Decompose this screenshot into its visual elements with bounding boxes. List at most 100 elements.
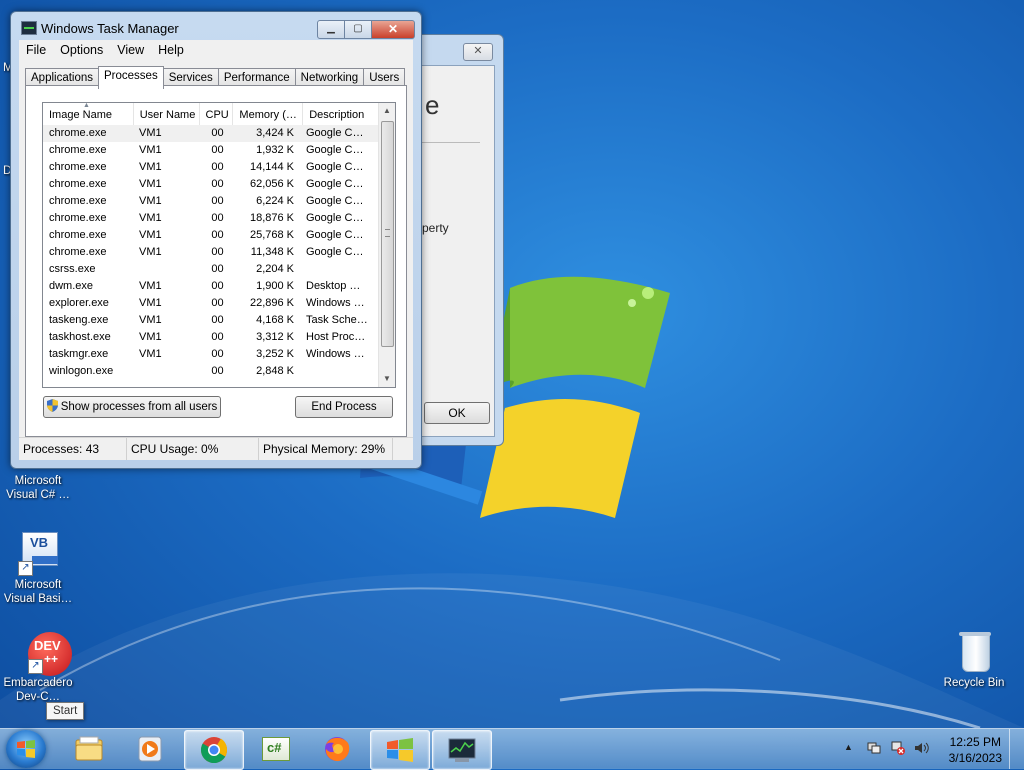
process-image-name: chrome.exe <box>49 229 107 241</box>
taskbar-visual-csharp[interactable]: c# <box>246 730 304 768</box>
table-row[interactable]: taskeng.exe VM1 00 4,168 K Task Sche… <box>43 312 379 329</box>
clock-time: 12:25 PM <box>949 735 1001 749</box>
maximize-button[interactable]: ▢ <box>345 20 372 39</box>
process-memory: 22,896 K <box>249 297 294 309</box>
process-image-name: winlogon.exe <box>49 365 114 377</box>
menu-file[interactable]: File <box>19 40 53 60</box>
show-hidden-icons-icon[interactable]: ▲ <box>844 742 853 752</box>
table-row[interactable]: chrome.exe VM1 00 3,424 K Google C… <box>43 125 379 142</box>
firefox-icon <box>325 737 350 762</box>
scroll-up-icon[interactable]: ▲ <box>379 103 395 119</box>
taskbar-media-player[interactable] <box>121 730 179 768</box>
column-description[interactable]: Description <box>303 103 379 125</box>
taskbar-firefox[interactable] <box>308 730 366 768</box>
process-user-name: VM1 <box>139 348 162 360</box>
title-bar[interactable]: Windows Task Manager ▁ ▢ ✕ <box>11 12 421 40</box>
process-description: Google C… <box>306 127 364 139</box>
visual-basic-icon: VB ↗ <box>16 532 60 576</box>
process-user-name: VM1 <box>139 280 162 292</box>
minimize-button[interactable]: ▁ <box>317 20 345 39</box>
process-user-name: VM1 <box>139 229 162 241</box>
volume-icon[interactable] <box>914 741 930 755</box>
background-dialog[interactable]: ✕ e perty OK <box>412 34 504 446</box>
process-image-name: chrome.exe <box>49 144 107 156</box>
taskbar: c# ▲ 12:25 PM 3/16/2023 <box>0 728 1024 770</box>
desktop-icon-visual-csharp[interactable]: Microsoft Visual C# … <box>2 474 74 502</box>
scroll-thumb[interactable] <box>381 121 394 347</box>
status-bar: Processes: 43 CPU Usage: 0% Physical Mem… <box>19 437 413 460</box>
process-description <box>300 261 369 278</box>
end-process-button[interactable]: End Process <box>295 396 393 418</box>
column-image-name[interactable]: ▲ Image Name <box>43 103 134 125</box>
table-row[interactable]: chrome.exe VM1 00 14,144 K Google C… <box>43 159 379 176</box>
table-row[interactable]: chrome.exe VM1 00 1,932 K Google C… <box>43 142 379 159</box>
process-cpu: 00 <box>211 246 224 258</box>
dialog-body: e perty OK <box>421 65 495 437</box>
windows-flag-icon <box>17 740 35 758</box>
process-image-name: chrome.exe <box>49 246 107 258</box>
process-memory: 3,424 K <box>256 127 294 139</box>
process-cpu: 00 <box>211 161 224 173</box>
recycle-bin-icon <box>952 630 996 674</box>
process-image-name: chrome.exe <box>49 195 107 207</box>
column-memory[interactable]: Memory (… <box>233 103 304 125</box>
process-cpu: 00 <box>211 280 224 292</box>
show-all-processes-button[interactable]: Show processes from all users <box>43 396 221 418</box>
process-description: Desktop … <box>306 280 361 292</box>
process-user-name: VM1 <box>139 127 162 139</box>
process-user-name <box>133 261 198 278</box>
close-button[interactable]: ✕ <box>372 20 415 39</box>
start-button[interactable] <box>6 730 46 768</box>
process-cpu: 00 <box>211 297 224 309</box>
process-cpu: 00 <box>211 229 224 241</box>
table-row[interactable]: chrome.exe VM1 00 25,768 K Google C… <box>43 227 379 244</box>
status-physical-memory: Physical Memory: 29% <box>259 438 393 460</box>
menu-options[interactable]: Options <box>53 40 110 60</box>
process-description: Google C… <box>306 212 364 224</box>
column-cpu[interactable]: CPU <box>200 103 234 125</box>
table-row[interactable]: chrome.exe VM1 00 62,056 K Google C… <box>43 176 379 193</box>
table-row[interactable]: csrss.exe 00 2,204 K <box>43 261 379 278</box>
menu-help[interactable]: Help <box>151 40 191 60</box>
tab-processes[interactable]: Processes <box>98 66 164 89</box>
desktop-icon-label: Microsoft Visual C# … <box>6 475 70 501</box>
table-row[interactable]: dwm.exe VM1 00 1,900 K Desktop … <box>43 278 379 295</box>
desktop-icon-dev-cpp[interactable]: DEV ++ ↗ Embarcadero Dev-C… <box>2 630 74 704</box>
process-description: Google C… <box>306 144 364 156</box>
process-memory: 11,348 K <box>250 246 294 258</box>
process-cpu: 00 <box>211 314 224 326</box>
taskbar-windows-update[interactable] <box>370 730 430 770</box>
network-icon[interactable] <box>890 741 906 755</box>
table-row[interactable]: explorer.exe VM1 00 22,896 K Windows … <box>43 295 379 312</box>
action-center-icon[interactable] <box>866 741 882 755</box>
taskbar-chrome[interactable] <box>184 730 244 770</box>
column-user-name[interactable]: User Name <box>134 103 200 125</box>
process-memory: 14,144 K <box>249 161 294 173</box>
table-row[interactable]: winlogon.exe 00 2,848 K <box>43 363 379 380</box>
task-manager-window[interactable]: Windows Task Manager ▁ ▢ ✕ File Options … <box>10 11 422 469</box>
dialog-close-button[interactable]: ✕ <box>463 43 493 61</box>
desktop-icon-visual-basic[interactable]: VB ↗ Microsoft Visual Basi… <box>2 532 74 606</box>
ok-button[interactable]: OK <box>424 402 490 424</box>
taskbar-explorer[interactable] <box>60 730 118 768</box>
table-row[interactable]: taskmgr.exe VM1 00 3,252 K Windows … <box>43 346 379 363</box>
process-memory: 62,056 K <box>249 178 294 190</box>
system-tray: ▲ 12:25 PM 3/16/2023 <box>840 729 1024 769</box>
table-row[interactable]: chrome.exe VM1 00 6,224 K Google C… <box>43 193 379 210</box>
menu-view[interactable]: View <box>110 40 151 60</box>
show-desktop-button[interactable] <box>1009 729 1024 769</box>
vertical-scrollbar[interactable]: ▲ ▼ <box>378 103 395 387</box>
window-client: Applications Processes Services Performa… <box>19 60 413 460</box>
dev-cpp-icon: DEV ++ ↗ <box>16 630 72 676</box>
sort-ascending-icon: ▲ <box>83 103 90 109</box>
window-title: Windows Task Manager <box>41 21 179 36</box>
table-row[interactable]: chrome.exe VM1 00 18,876 K Google C… <box>43 210 379 227</box>
processes-panel: ▲ Image Name User Name CPU Memory (… Des… <box>25 85 407 437</box>
clock[interactable]: 12:25 PM 3/16/2023 <box>949 734 1002 766</box>
table-row[interactable]: chrome.exe VM1 00 11,348 K Google C… <box>43 244 379 261</box>
scroll-down-icon[interactable]: ▼ <box>379 371 395 387</box>
process-list[interactable]: ▲ Image Name User Name CPU Memory (… Des… <box>42 102 396 388</box>
table-row[interactable]: taskhost.exe VM1 00 3,312 K Host Proc… <box>43 329 379 346</box>
taskbar-task-manager[interactable] <box>432 730 492 770</box>
desktop-icon-recycle-bin[interactable]: Recycle Bin <box>938 630 1010 690</box>
